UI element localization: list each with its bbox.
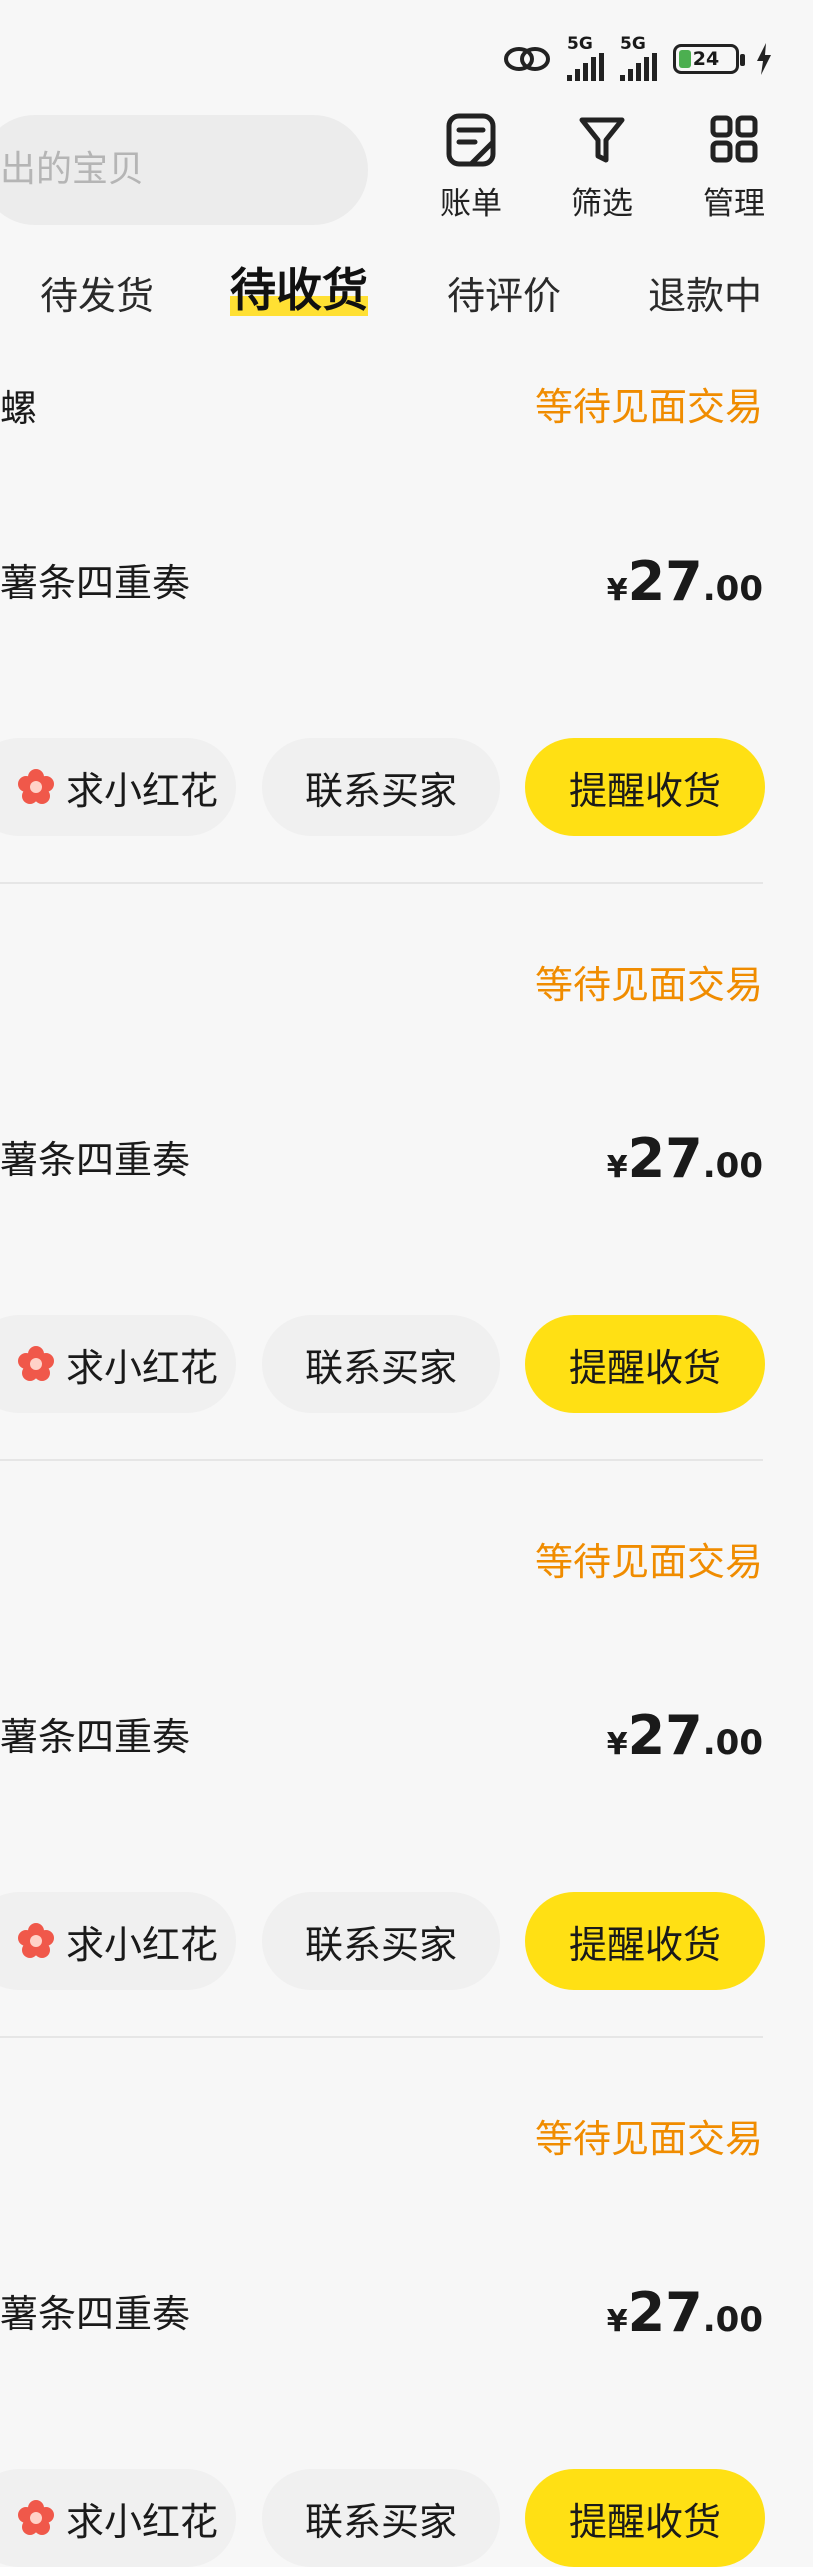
order-status: 等待见面交易: [534, 963, 763, 1007]
ask-flower-label: 求小红花: [65, 2499, 218, 2544]
item-title: 薯条四重奏: [0, 561, 191, 605]
contact-buyer-button[interactable]: 联系买家: [262, 1892, 500, 1990]
order-status: 等待见面交易: [534, 1540, 763, 1584]
item-price: ¥27.00: [607, 550, 763, 613]
price-integer: 27: [627, 550, 703, 613]
filter-button[interactable]: 筛选: [552, 112, 652, 223]
ask-flower-button[interactable]: 求小红花: [0, 2469, 236, 2567]
remind-receipt-button[interactable]: 提醒收货: [525, 738, 765, 836]
seller-name: 螺: [0, 387, 37, 430]
battery-level: 24: [692, 47, 720, 70]
status-bar: 5G 5G 24: [0, 0, 813, 110]
card-divider: [0, 2036, 763, 2038]
price-symbol: ¥: [606, 2304, 628, 2339]
order-status: 等待见面交易: [534, 2117, 763, 2161]
bill-icon: [446, 113, 496, 167]
item-price: ¥27.00: [607, 2281, 763, 2344]
item-price: ¥27.00: [607, 1704, 763, 1767]
item-price: ¥27.00: [607, 1127, 763, 1190]
filter-label: 筛选: [571, 186, 633, 222]
grid-icon: [710, 115, 758, 163]
flower-icon: [17, 769, 54, 804]
network-label-1: 5G: [567, 34, 593, 54]
price-symbol: ¥: [606, 1727, 628, 1762]
bill-button[interactable]: 账单: [421, 112, 521, 223]
signal-bars-icon: [567, 53, 604, 81]
ask-flower-label: 求小红花: [65, 1345, 218, 1390]
price-decimal: .00: [702, 1723, 763, 1763]
battery-icon: 24: [673, 43, 745, 74]
price-integer: 27: [627, 1127, 703, 1190]
item-title: 薯条四重奏: [0, 2292, 191, 2336]
link-icon: [504, 46, 550, 71]
tab-to-ship[interactable]: 待发货: [40, 268, 154, 324]
status-icons: 5G 5G 24: [503, 36, 773, 81]
card-divider: [0, 882, 763, 884]
tab-to-receive[interactable]: 待收货: [230, 262, 368, 318]
manage-label: 管理: [703, 186, 765, 222]
ask-flower-button[interactable]: 求小红花: [0, 1315, 236, 1413]
contact-buyer-button[interactable]: 联系买家: [262, 738, 500, 836]
flower-icon: [17, 1923, 54, 1958]
order-status: 等待见面交易: [534, 385, 763, 429]
ask-flower-button[interactable]: 求小红花: [0, 1892, 236, 1990]
contact-buyer-button[interactable]: 联系买家: [262, 1315, 500, 1413]
filter-icon: [579, 117, 625, 163]
contact-buyer-button[interactable]: 联系买家: [262, 2469, 500, 2567]
bill-label: 账单: [440, 186, 502, 222]
remind-receipt-button[interactable]: 提醒收货: [525, 1892, 765, 1990]
price-decimal: .00: [702, 2300, 763, 2340]
price-symbol: ¥: [606, 1150, 628, 1185]
signal-bars-icon: [620, 53, 657, 81]
remind-receipt-button[interactable]: 提醒收货: [525, 2469, 765, 2567]
remind-receipt-button[interactable]: 提醒收货: [525, 1315, 765, 1413]
ask-flower-button[interactable]: 求小红花: [0, 738, 236, 836]
price-integer: 27: [627, 1704, 703, 1767]
tab-to-review[interactable]: 待评价: [447, 268, 561, 324]
price-decimal: .00: [702, 1146, 763, 1186]
signal-2: 5G: [620, 36, 657, 81]
price-decimal: .00: [702, 569, 763, 609]
card-divider: [0, 1459, 763, 1461]
item-title: 薯条四重奏: [0, 1715, 191, 1759]
flower-icon: [17, 2500, 54, 2535]
signal-1: 5G: [567, 36, 604, 81]
search-placeholder: 出的宝贝: [0, 149, 145, 190]
tab-refunding[interactable]: 退款中: [648, 268, 762, 324]
charging-icon: [757, 42, 771, 75]
manage-button[interactable]: 管理: [684, 112, 784, 223]
item-title: 薯条四重奏: [0, 1138, 191, 1182]
price-symbol: ¥: [606, 573, 628, 608]
ask-flower-label: 求小红花: [65, 1922, 218, 1967]
flower-icon: [17, 1346, 54, 1381]
network-label-2: 5G: [620, 34, 646, 54]
price-integer: 27: [627, 2281, 703, 2344]
ask-flower-label: 求小红花: [65, 768, 218, 813]
